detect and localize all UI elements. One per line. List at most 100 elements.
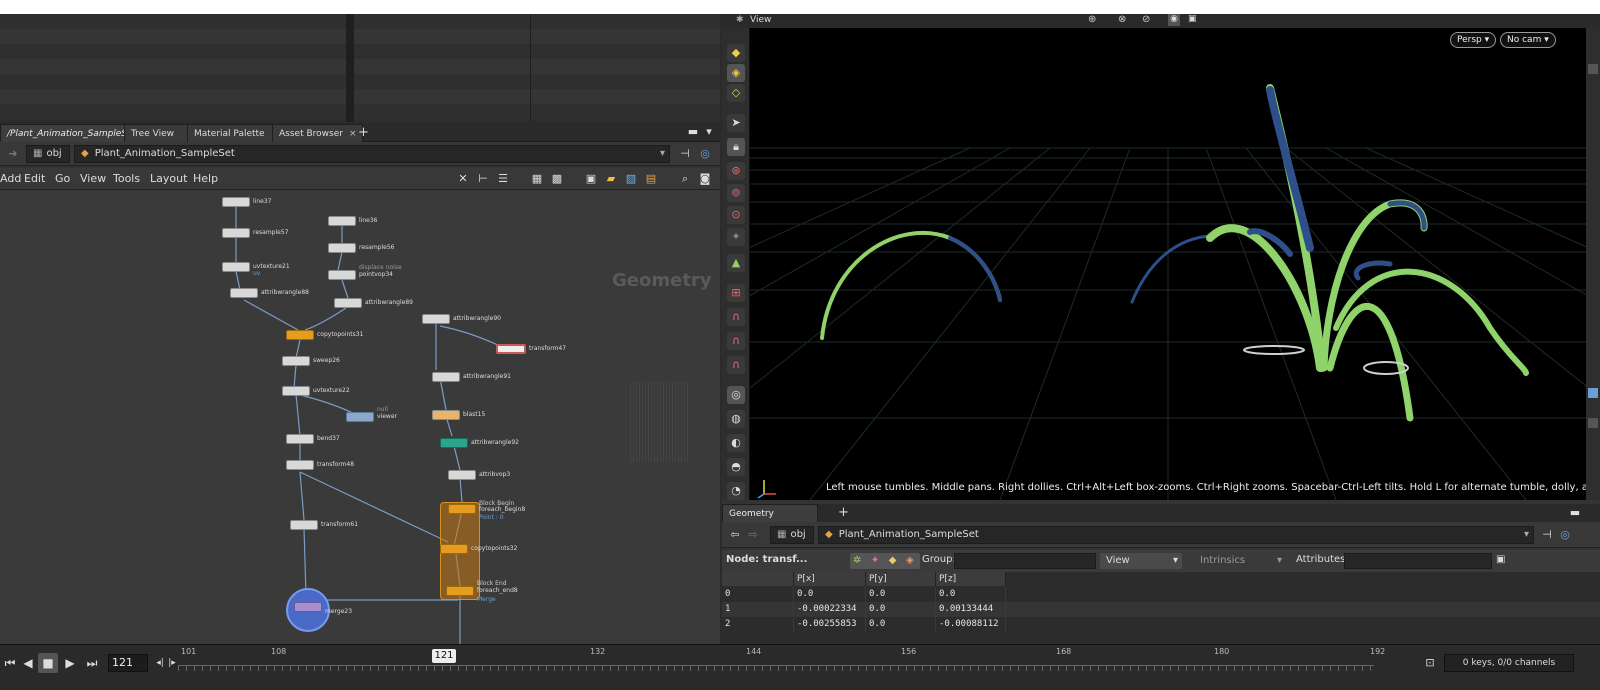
tree-layout-icon[interactable]: ⊢	[476, 172, 490, 186]
column-header-pz[interactable]: P[z]	[936, 572, 1006, 586]
node-resample56[interactable]	[328, 243, 356, 253]
sticky-note-icon[interactable]: ▰	[604, 172, 618, 186]
node-attribwrangle88[interactable]	[230, 288, 258, 298]
background-icon[interactable]	[1588, 388, 1598, 398]
menu-tools[interactable]: Tools	[113, 168, 140, 190]
node-line37[interactable]	[222, 197, 250, 207]
network-canvas[interactable]: Geometry line37 resample57 uvtexture21 u…	[0, 190, 720, 644]
background-image-icon[interactable]: ▨	[624, 172, 638, 186]
current-frame-marker[interactable]: 121	[432, 649, 456, 663]
snap-icon[interactable]: ⊕	[1088, 14, 1096, 25]
chevron-down-icon[interactable]: ▾	[702, 125, 716, 139]
primitive-icon[interactable]: ◆	[889, 555, 897, 566]
node-blast15[interactable]	[432, 410, 460, 420]
node-copytopoints32[interactable]	[440, 544, 468, 554]
node-pointvop34[interactable]	[328, 270, 356, 280]
forward-arrow-icon[interactable]: ⇨	[746, 528, 760, 542]
menu-edit[interactable]: Edit	[24, 168, 45, 190]
visibility-icon[interactable]: ◓	[727, 458, 745, 476]
box-icon[interactable]: ▤	[644, 172, 658, 186]
grid-icon[interactable]: ▦	[530, 172, 544, 186]
node-attribvop3[interactable]	[448, 470, 476, 480]
snap-prim-icon[interactable]: ⊙	[727, 206, 745, 224]
wrench-icon[interactable]: ✕	[456, 172, 470, 186]
play-reverse-icon[interactable]: ◀	[18, 653, 38, 673]
group-field[interactable]	[954, 553, 1096, 569]
node-foreach-begin8[interactable]	[448, 504, 476, 514]
link-icon[interactable]: ◎	[698, 147, 712, 161]
add-tab-button[interactable]: +	[352, 124, 375, 142]
node-bend37[interactable]	[286, 434, 314, 444]
node-attribwrangle90[interactable]	[422, 314, 450, 324]
node-resample57[interactable]	[222, 228, 250, 238]
persp-menu[interactable]: Persp ▾	[1450, 32, 1497, 48]
grid-snap-icon[interactable]: ▩	[550, 172, 564, 186]
select-icon[interactable]: ◆	[727, 44, 745, 62]
node-viewer[interactable]	[346, 412, 374, 422]
link-icon[interactable]: ◎	[1558, 528, 1572, 542]
attributes-field[interactable]	[1344, 553, 1492, 569]
node-attribwrangle92[interactable]	[440, 438, 468, 448]
node-uvtexture22[interactable]	[282, 386, 310, 396]
pane-menu-icon[interactable]: ▬	[1568, 506, 1582, 520]
key-options-icon[interactable]: ⊡	[1420, 653, 1440, 673]
lock-icon[interactable]: ▣	[1188, 14, 1197, 24]
back-arrow-icon[interactable]: ⇦	[728, 528, 742, 542]
column-header-px[interactable]: P[x]	[794, 572, 866, 586]
node-merge23[interactable]	[294, 602, 322, 612]
camera-icon[interactable]: ◉	[1168, 14, 1180, 26]
flipbook-icon[interactable]: ◐	[727, 434, 745, 452]
light-icon[interactable]: ▲	[727, 254, 745, 272]
lock-icon[interactable]: 🔒︎	[727, 138, 745, 156]
display-icon[interactable]: ◔	[727, 482, 745, 500]
menu-add[interactable]: Add	[0, 168, 21, 190]
timeline-ruler[interactable]	[178, 665, 1374, 671]
pin-icon[interactable]: ⊣	[1540, 528, 1554, 542]
node-transform47[interactable]	[496, 344, 526, 354]
node-transform48[interactable]	[286, 460, 314, 470]
column-header-py[interactable]: P[y]	[866, 572, 936, 586]
magnet-c-icon[interactable]: ∩	[727, 356, 745, 374]
magnet-b-icon[interactable]: ∩	[727, 332, 745, 350]
node-copytopoints31[interactable]	[286, 330, 314, 340]
vertex-icon[interactable]: ✦	[871, 555, 879, 566]
jump-end-icon[interactable]: ⏭	[82, 653, 102, 673]
snap-multi-icon[interactable]: ⊞	[727, 284, 745, 302]
node-attribwrangle91[interactable]	[432, 372, 460, 382]
play-icon[interactable]: ▶	[60, 653, 80, 673]
pin-icon[interactable]: ⊣	[678, 147, 692, 161]
camera-icon[interactable]: ◙	[698, 172, 712, 186]
menu-layout[interactable]: Layout	[150, 168, 187, 190]
menu-view[interactable]: View	[80, 168, 106, 190]
detail-icon[interactable]: ◈	[906, 555, 914, 566]
view-menu[interactable]: View ▾	[1100, 553, 1182, 569]
path-object[interactable]: ◆ Plant_Animation_SampleSet ▾	[74, 145, 670, 163]
display-option-icon[interactable]	[1588, 64, 1598, 74]
ghost-icon[interactable]	[1588, 418, 1598, 428]
transform-icon[interactable]: ◈	[727, 64, 745, 82]
snap-grid-icon[interactable]: ⊚	[727, 184, 745, 202]
tab-geometry-spreadsheet[interactable]: Geometry Spreadsheet	[722, 504, 818, 537]
camera-menu[interactable]: No cam ▾	[1500, 32, 1556, 48]
attributes-menu-icon[interactable]: ▣	[1496, 554, 1505, 565]
node-attribwrangle89[interactable]	[334, 298, 362, 308]
list-icon[interactable]: ☰	[496, 172, 510, 186]
path-context-obj[interactable]: ▦ obj	[26, 145, 70, 163]
node-sweep26[interactable]	[282, 356, 310, 366]
image-icon[interactable]: ▣	[584, 172, 598, 186]
snap-point-icon[interactable]: ⊘	[1142, 14, 1150, 25]
attribute-class-toggles[interactable]: ✲ ✦ ◆ ◈	[850, 553, 920, 569]
path-context-obj[interactable]: ▦ obj	[770, 526, 814, 544]
handle-icon[interactable]: ◇	[727, 84, 745, 102]
pane-menu-icon[interactable]: ▬	[686, 125, 700, 139]
viewport-canvas[interactable]	[750, 28, 1586, 500]
path-object[interactable]: ◆ Plant_Animation_SampleSet ▾	[818, 526, 1534, 544]
magnet-a-icon[interactable]: ∩	[727, 308, 745, 326]
tab-asset-browser[interactable]: Asset Browser ×	[272, 124, 364, 142]
forward-arrow-icon[interactable]: ➜	[6, 147, 20, 161]
camera-view-icon[interactable]: ◍	[727, 410, 745, 428]
menu-help[interactable]: Help	[193, 168, 218, 190]
pointer-icon[interactable]: ➤	[727, 114, 745, 132]
magnet-icon[interactable]: ⊛	[727, 162, 745, 180]
skeleton-icon[interactable]: ✦	[727, 228, 745, 246]
